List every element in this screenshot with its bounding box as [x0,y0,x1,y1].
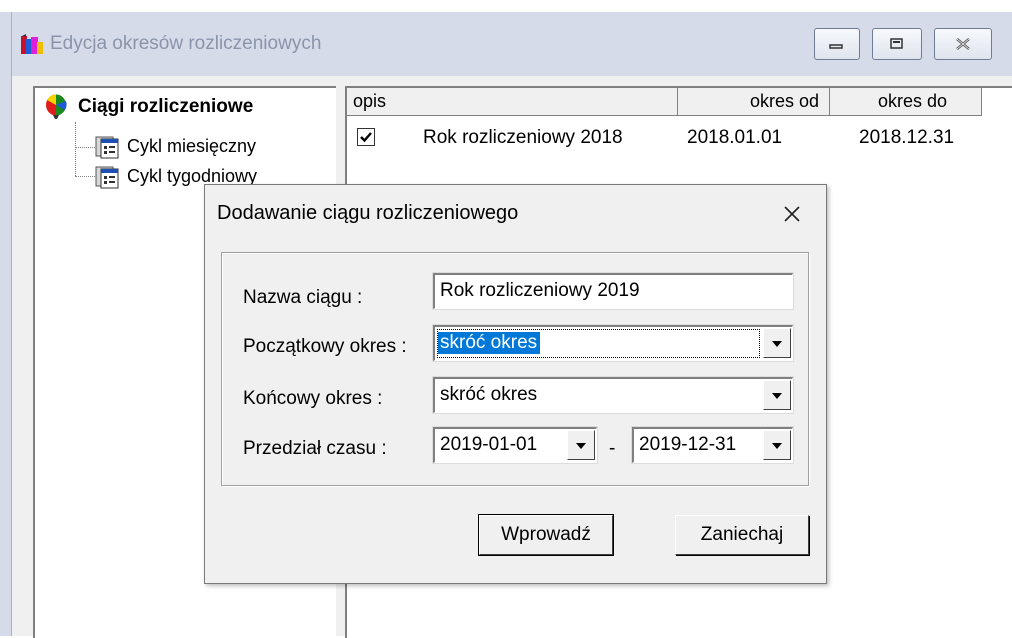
restore-icon [890,38,903,49]
close-icon [784,206,800,222]
focus-rect [437,329,760,358]
cell-opis: Rok rozliczeniowy 2018 [423,127,623,148]
balloon-icon [46,94,67,119]
chevron-down-icon [772,393,782,399]
window-title: Edycja okresów rozliczeniowych [50,33,322,54]
dialog-title: Dodawanie ciągu rozliczeniowego [217,202,519,224]
document-icon [95,136,119,159]
add-period-dialog: Dodawanie ciągu rozliczeniowego Nazwa ci… [204,184,827,584]
dropdown-button[interactable] [763,380,791,410]
range-to-value: 2019-12-31 [639,434,737,455]
cell-okres-od: 2018.01.01 [687,127,783,148]
end-period-value: skróć okres [440,384,538,405]
close-icon [956,38,970,50]
column-header-okres-do[interactable]: okres do [830,88,982,116]
dialog-close-button[interactable] [777,199,807,229]
chevron-down-icon [576,443,586,449]
dropdown-button[interactable] [567,430,595,460]
submit-button[interactable]: Wprowadź [478,514,614,556]
tree-connector [75,147,95,148]
chevron-down-icon [772,443,782,449]
minimize-icon [829,44,843,49]
chevron-down-icon [772,341,782,347]
range-separator: - [609,438,616,459]
time-range-label: Przedział czasu : [243,438,387,459]
name-input-value: Rok rozliczeniowy 2019 [440,280,640,301]
start-period-select[interactable]: skróć okres [432,324,794,362]
row-checkbox[interactable] [357,128,375,146]
tree-connector [75,176,95,177]
restore-button[interactable] [872,28,922,60]
minimize-button[interactable] [814,28,860,60]
column-header-okres-od[interactable]: okres od [678,88,830,116]
desktop-strip [0,0,1012,12]
start-period-label: Początkowy okres : [243,336,407,357]
window-frame-left [0,12,12,636]
end-period-select[interactable]: skróć okres [432,376,794,414]
close-button[interactable] [934,28,992,60]
tree-root-label: Ciągi rozliczeniowe [78,96,254,117]
range-to-picker[interactable]: 2019-12-31 [631,426,794,464]
range-from-picker[interactable]: 2019-01-01 [432,426,598,464]
dropdown-button[interactable] [763,430,791,460]
dropdown-button[interactable] [763,328,791,358]
title-bar[interactable]: Edycja okresów rozliczeniowych [12,12,1012,76]
cell-okres-do: 2018.12.31 [859,127,955,148]
tree-item-label: Cykl miesięczny [127,136,257,156]
end-period-label: Końcowy okres : [243,388,383,409]
tree-connector [75,122,76,176]
app-icon [20,34,44,56]
cancel-button[interactable]: Zaniechaj [675,515,809,555]
range-from-value: 2019-01-01 [440,434,538,455]
list-row[interactable]: Rok rozliczeniowy 2018 2018.01.01 2018.1… [347,124,1012,154]
document-icon [95,166,119,189]
name-input[interactable]: Rok rozliczeniowy 2019 [432,272,794,310]
column-header-opis[interactable]: opis [347,88,678,116]
name-label: Nazwa ciągu : [243,287,363,308]
checkmark-icon [360,132,372,143]
